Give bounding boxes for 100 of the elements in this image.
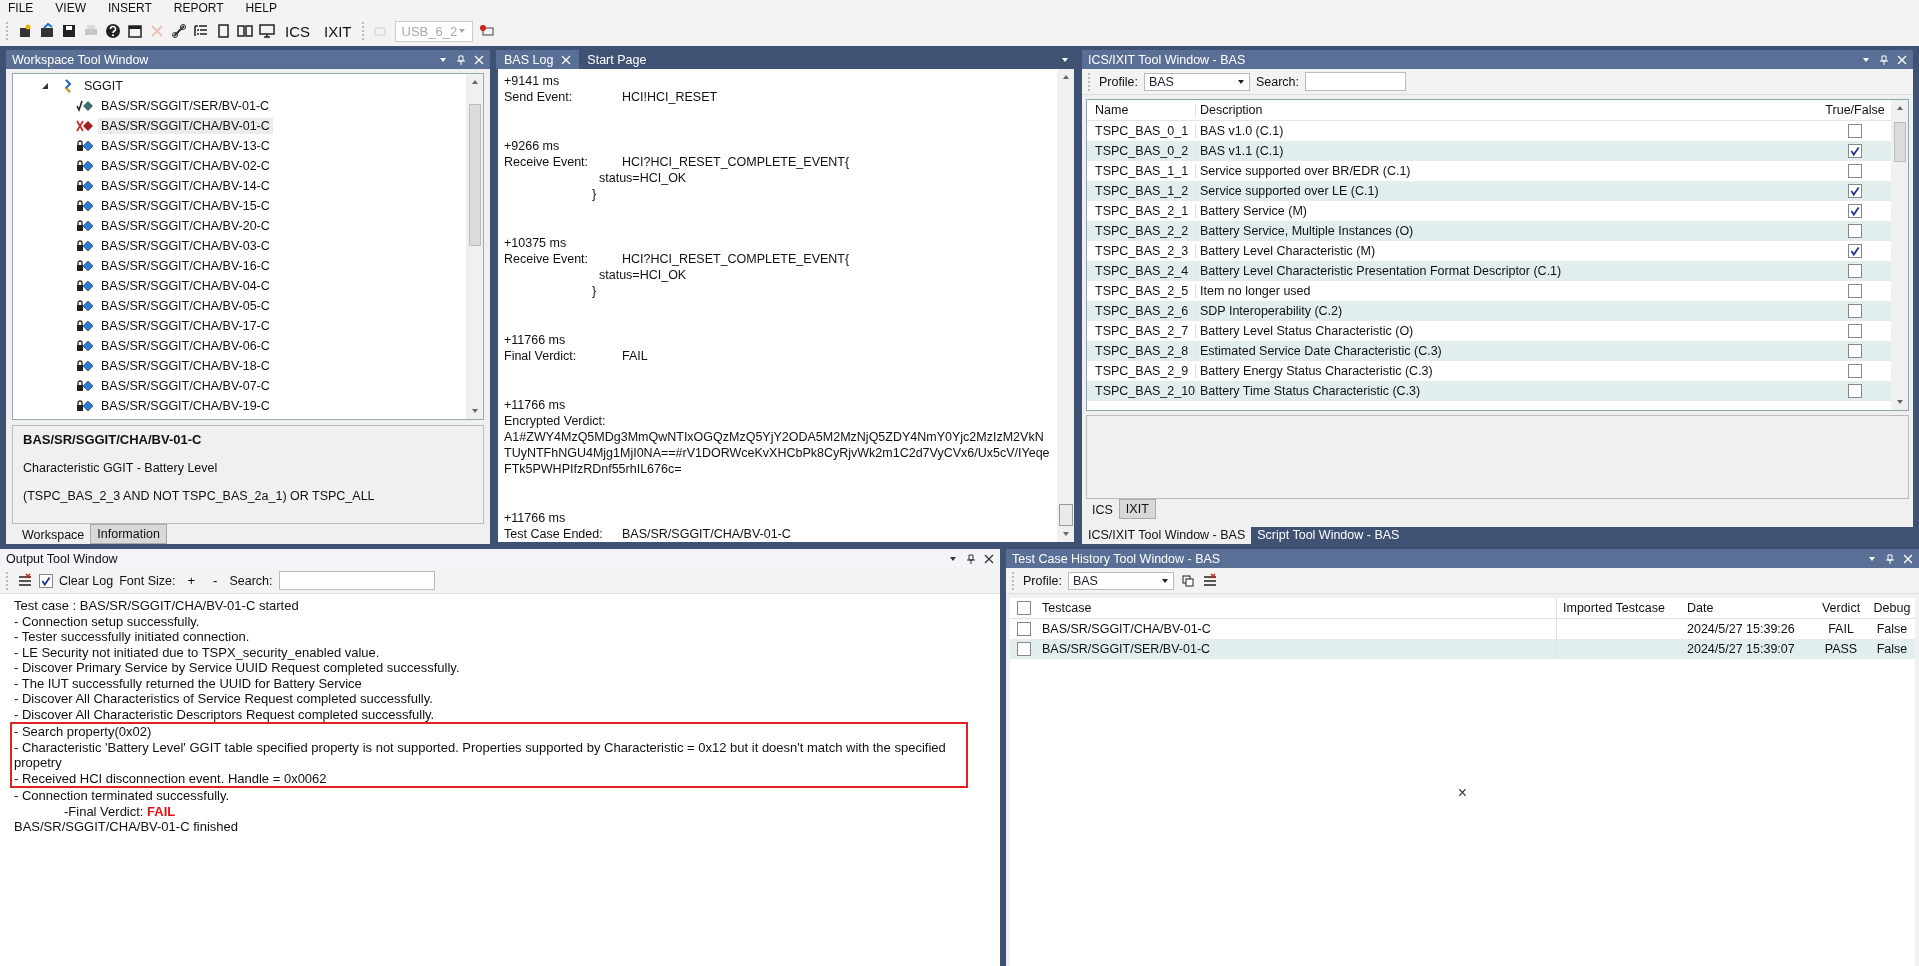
column-header[interactable]: Name (1087, 103, 1196, 117)
search-field[interactable] (1305, 72, 1406, 91)
clear-list-icon[interactable] (1201, 572, 1218, 589)
toolbar-button[interactable]: IXIT (320, 22, 356, 40)
clear-list-icon[interactable] (17, 572, 33, 589)
checkbox[interactable] (39, 573, 53, 588)
profile-dropdown[interactable]: BAS (1143, 72, 1250, 91)
lock-icon (76, 279, 94, 293)
checkbox[interactable] (1848, 184, 1862, 198)
tree-item[interactable]: BAS/SR/SGGIT/CHA/BV-02-C (98, 158, 273, 174)
book-icon[interactable] (237, 23, 253, 39)
collapse-icon[interactable] (41, 82, 49, 90)
log-event-label: Receive Event: (504, 154, 590, 170)
document-tab[interactable]: BAS Log (496, 50, 580, 69)
window-tab[interactable]: ICS/IXIT Tool Window - BAS (1082, 527, 1252, 544)
tree-item[interactable]: BAS/SR/SGGIT/CHA/BV-05-C (98, 298, 273, 314)
tree-item[interactable]: BAS/SR/SGGIT/CHA/BV-03-C (98, 238, 273, 254)
table-cell-text: Battery Service, Multiple Instances (O) (1199, 224, 1415, 238)
new-file-icon[interactable] (17, 23, 33, 39)
tree-item[interactable]: BAS/SR/SGGIT/CHA/BV-19-C (98, 398, 273, 414)
checkbox[interactable] (1848, 244, 1862, 258)
search-field[interactable] (278, 571, 435, 590)
scroll-thumb[interactable] (1058, 504, 1073, 526)
document-icon[interactable] (215, 23, 231, 39)
column-header[interactable]: Imported Testcase (1556, 598, 1681, 618)
checkbox[interactable] (1848, 144, 1862, 158)
menu-item[interactable]: FILE (8, 1, 34, 15)
checkbox[interactable] (1848, 164, 1862, 178)
log-event-label: Final Verdict: (504, 348, 578, 364)
save-icon[interactable] (61, 23, 77, 39)
window-icon[interactable] (127, 23, 143, 39)
open-folder-icon[interactable] (39, 23, 55, 39)
table-cell-text: BAS v1.1 (C.1) (1199, 144, 1285, 158)
device-icon[interactable] (478, 23, 495, 39)
toolbar-button[interactable]: ICS (281, 22, 314, 40)
window-tab[interactable]: Script Tool Window - BAS (1251, 527, 1406, 544)
column-header[interactable]: Date (1681, 601, 1813, 615)
tree-item[interactable]: BAS/SR/SGGIT/CHA/BV-01-C (98, 118, 273, 134)
log-event-value: FAIL (622, 349, 648, 363)
scrollbar[interactable] (466, 74, 483, 419)
tree-item[interactable]: BAS/SR/SGGIT/CHA/BV-20-C (98, 218, 273, 234)
checkbox-label: Clear Log (59, 573, 114, 588)
tree-item[interactable]: BAS/SR/SGGIT/CHA/BV-07-C (98, 378, 273, 394)
help-icon[interactable] (105, 23, 121, 39)
tree-item[interactable]: SGGIT (81, 78, 126, 94)
tree-item[interactable]: BAS/SR/SGGIT/CHA/BV-14-C (98, 178, 273, 194)
checkbox[interactable] (1017, 601, 1031, 615)
link-icon[interactable] (171, 23, 187, 39)
list-icon[interactable] (193, 23, 209, 39)
column-header[interactable]: Description (1196, 103, 1819, 117)
profile-dropdown[interactable]: BAS (1067, 571, 1174, 590)
checkbox[interactable] (1017, 642, 1031, 656)
tree-item[interactable]: BAS/SR/SGGIT/CHA/BV-15-C (98, 198, 273, 214)
monitor-icon[interactable] (259, 23, 275, 39)
checkbox[interactable] (1848, 304, 1862, 318)
checkbox[interactable] (1848, 364, 1862, 378)
checkbox[interactable] (1848, 284, 1862, 298)
tree-item[interactable]: BAS/SR/SGGIT/CHA/BV-13-C (98, 138, 273, 154)
tree-item[interactable]: BAS/SR/SGGIT/CHA/BV-06-C (98, 338, 273, 354)
tree-item[interactable]: BAS/SR/SGGIT/CHA/BV-17-C (98, 318, 273, 334)
scrollbar[interactable] (1891, 100, 1908, 410)
column-header[interactable]: Testcase (1038, 601, 1556, 615)
tree-item[interactable]: BAS/SR/SGGIT/CHA/BV-04-C (98, 278, 273, 294)
table-cell-text: Battery Energy Status Characteristic (C.3) (1199, 364, 1434, 378)
column-header[interactable]: Verdict (1813, 601, 1869, 615)
tree-item[interactable]: BAS/SR/SGGIT/CHA/BV-16-C (98, 258, 273, 274)
panel-tab[interactable]: Information (90, 524, 167, 544)
menu-item[interactable]: REPORT (173, 1, 224, 15)
table-cell-text: Battery Service (M) (1199, 204, 1308, 218)
copy-icon[interactable] (1179, 572, 1196, 589)
log-event-value: BAS/SR/SGGIT/CHA/BV-01-C (622, 527, 791, 541)
scroll-thumb[interactable] (1893, 122, 1906, 162)
column-header[interactable]: True/False (1819, 103, 1891, 117)
scrollbar[interactable] (1057, 69, 1074, 542)
checkbox[interactable] (1848, 384, 1862, 398)
document-tab[interactable]: Start Page (579, 50, 655, 69)
checkbox[interactable] (1848, 224, 1862, 238)
pin-icon[interactable] (966, 553, 976, 564)
column-header[interactable]: Debug (1869, 601, 1915, 615)
checkbox[interactable] (1848, 344, 1862, 358)
checkbox[interactable] (1848, 264, 1862, 278)
menu-item[interactable]: VIEW (55, 1, 86, 15)
checkbox[interactable] (1848, 124, 1862, 138)
menu-item[interactable]: INSERT (108, 1, 152, 15)
panel-tab[interactable]: ICS (1086, 501, 1119, 519)
tree-item[interactable]: BAS/SR/SGGIT/SER/BV-01-C (98, 98, 273, 114)
window-title: ICS/IXIT Tool Window - BAS (1088, 52, 1246, 67)
checkbox[interactable] (1848, 324, 1862, 338)
scroll-thumb[interactable] (468, 104, 481, 246)
close-icon[interactable] (984, 553, 994, 564)
output-line: - Discover All Characteristics of Service Request completed successfully. (13, 691, 434, 707)
tree-item[interactable]: BAS/SR/SGGIT/CHA/BV-18-C (98, 358, 273, 374)
checkbox[interactable] (1017, 622, 1031, 636)
panel-tab[interactable]: Workspace (16, 526, 91, 544)
menu-item[interactable]: HELP (245, 1, 277, 15)
font-decrease-button[interactable]: - (207, 573, 224, 588)
font-increase-button[interactable]: + (181, 573, 202, 588)
lock-icon (76, 259, 94, 273)
checkbox[interactable] (1848, 204, 1862, 218)
panel-tab[interactable]: IXIT (1118, 499, 1156, 519)
